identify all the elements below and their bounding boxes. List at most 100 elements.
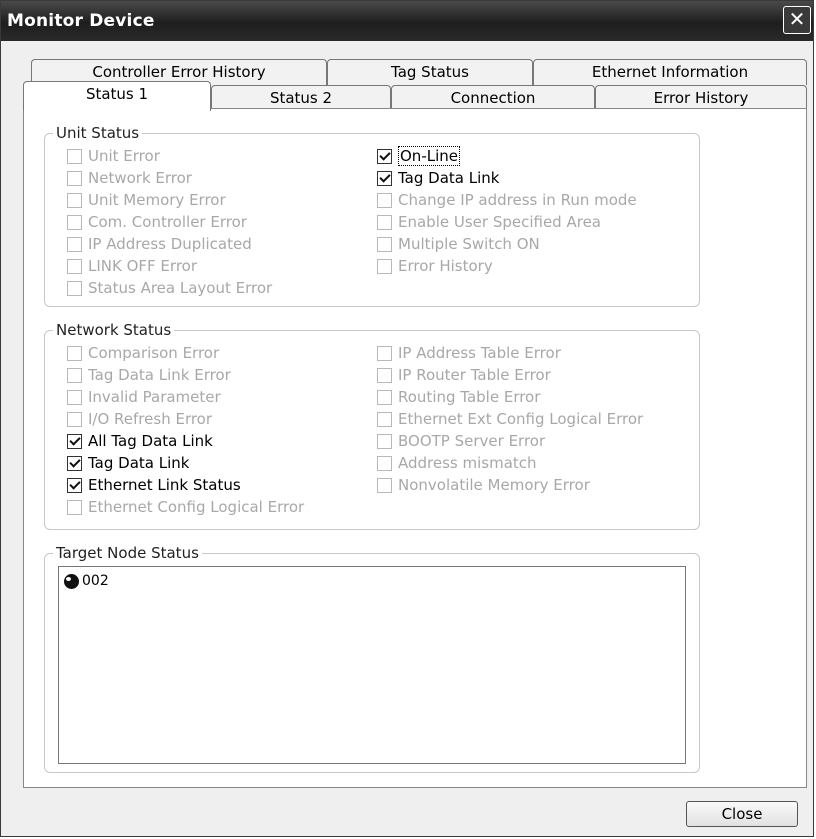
checkbox-ip-address-table-error[interactable]: IP Address Table Error — [377, 343, 561, 363]
checkbox-i-o-refresh-error[interactable]: I/O Refresh Error — [67, 409, 212, 429]
checkbox-label: Routing Table Error — [398, 388, 541, 406]
checkbox-label: Change IP address in Run mode — [398, 191, 637, 209]
checkbox-unchecked-icon — [67, 389, 82, 405]
close-button-label: Close — [721, 805, 763, 823]
target-node-list[interactable]: 002 — [58, 566, 686, 764]
checkbox-label: I/O Refresh Error — [88, 410, 213, 428]
checkbox-checked-icon — [67, 455, 82, 471]
checkbox-tag-data-link[interactable]: Tag Data Link — [67, 453, 189, 473]
unit-status-group: Unit Status Unit Error Network Error Unit … — [44, 124, 700, 307]
checkbox-unchecked-icon — [67, 345, 82, 361]
checkbox-unchecked-icon — [67, 170, 82, 186]
close-button[interactable]: Close — [686, 801, 798, 827]
checkbox-comparison-error[interactable]: Comparison Error — [67, 343, 219, 363]
target-node-item[interactable]: 002 — [64, 573, 109, 589]
checkbox-label: Comparison Error — [88, 344, 220, 362]
checkbox-tag-data-link-error[interactable]: Tag Data Link Error — [67, 365, 231, 385]
checkbox-unit-error[interactable]: Unit Error — [67, 146, 160, 166]
checkbox-label: Invalid Parameter — [88, 388, 221, 406]
checkbox-label: Ethernet Link Status — [88, 476, 241, 494]
tab-label: Status 1 — [85, 85, 149, 103]
checkbox-error-history[interactable]: Error History — [377, 256, 493, 276]
checkbox-label: Status Area Layout Error — [88, 279, 273, 297]
checkbox-label: Error History — [398, 257, 493, 275]
tab-label: Controller Error History — [92, 63, 266, 81]
network-status-group: Network Status Comparison Error Tag Data … — [44, 321, 700, 530]
checkbox-link-off-error[interactable]: LINK OFF Error — [67, 256, 197, 276]
checkbox-label: Ethernet Config Logical Error — [88, 498, 305, 516]
checkbox-unchecked-icon — [377, 236, 392, 252]
checkbox-label: Multiple Switch ON — [398, 235, 540, 253]
window-title: Monitor Device — [7, 11, 155, 31]
tab-tag-status[interactable]: Tag Status — [327, 59, 533, 85]
checkbox-label: Com. Controller Error — [88, 213, 247, 231]
checkbox-network-error[interactable]: Network Error — [67, 168, 192, 188]
checkbox-unchecked-icon — [377, 345, 392, 361]
checkbox-unit-memory-error[interactable]: Unit Memory Error — [67, 190, 226, 210]
checkbox-unchecked-icon — [377, 433, 392, 449]
unit-status-legend: Unit Status — [53, 124, 143, 142]
network-status-legend: Network Status — [53, 321, 175, 339]
checkbox-unchecked-icon — [377, 411, 392, 427]
checkbox-com-controller-error[interactable]: Com. Controller Error — [67, 212, 247, 232]
close-icon[interactable]: ✕ — [783, 6, 811, 34]
monitor-device-dialog: Monitor Device ✕ Controller Error Histor… — [0, 0, 814, 837]
checkbox-label: All Tag Data Link — [88, 432, 213, 450]
checkbox-label: Enable User Specified Area — [398, 213, 601, 231]
checkbox-label: On-Line — [398, 146, 460, 166]
checkbox-multiple-switch-on[interactable]: Multiple Switch ON — [377, 234, 540, 254]
checkbox-unchecked-icon — [67, 258, 82, 274]
checkbox-unchecked-icon — [377, 477, 392, 493]
checkbox-label: IP Router Table Error — [398, 366, 551, 384]
checkbox-label: LINK OFF Error — [88, 257, 197, 275]
checkbox-change-ip-address-in-run-mode[interactable]: Change IP address in Run mode — [377, 190, 637, 210]
node-status-icon — [64, 573, 79, 589]
checkbox-unchecked-icon — [67, 280, 82, 296]
checkbox-tag-data-link[interactable]: Tag Data Link — [377, 168, 499, 188]
checkbox-label: Address mismatch — [398, 454, 537, 472]
checkbox-invalid-parameter[interactable]: Invalid Parameter — [67, 387, 221, 407]
target-node-status-group: Target Node Status 002 — [44, 544, 700, 773]
checkbox-on-line[interactable]: On-Line — [377, 146, 460, 166]
checkbox-ethernet-config-logical-error[interactable]: Ethernet Config Logical Error — [67, 497, 304, 517]
title-bar: Monitor Device ✕ — [1, 1, 813, 41]
target-node-status-legend: Target Node Status — [53, 544, 202, 562]
checkbox-unchecked-icon — [377, 192, 392, 208]
checkbox-nonvolatile-memory-error[interactable]: Nonvolatile Memory Error — [377, 475, 590, 495]
tab-ethernet-information[interactable]: Ethernet Information — [533, 59, 807, 85]
tab-status-1[interactable]: Status 1 — [23, 81, 211, 111]
checkbox-unchecked-icon — [377, 258, 392, 274]
tab-label: Status 2 — [269, 89, 333, 107]
checkbox-routing-table-error[interactable]: Routing Table Error — [377, 387, 540, 407]
checkbox-address-mismatch[interactable]: Address mismatch — [377, 453, 537, 473]
checkbox-label: Unit Error — [88, 147, 160, 165]
checkbox-label: Unit Memory Error — [88, 191, 226, 209]
checkbox-label: Tag Data Link — [88, 454, 190, 472]
checkbox-unchecked-icon — [377, 389, 392, 405]
checkbox-unchecked-icon — [67, 411, 82, 427]
checkbox-label: Ethernet Ext Config Logical Error — [398, 410, 644, 428]
checkbox-ethernet-link-status[interactable]: Ethernet Link Status — [67, 475, 241, 495]
checkbox-checked-icon — [377, 148, 392, 164]
checkbox-ip-router-table-error[interactable]: IP Router Table Error — [377, 365, 551, 385]
node-label: 002 — [82, 573, 109, 589]
checkbox-unchecked-icon — [67, 367, 82, 383]
tab-label: Ethernet Information — [591, 63, 749, 81]
checkbox-checked-icon — [67, 433, 82, 449]
tab-label: Error History — [653, 89, 749, 107]
checkbox-unchecked-icon — [377, 367, 392, 383]
checkbox-status-area-layout-error[interactable]: Status Area Layout Error — [67, 278, 272, 298]
checkbox-checked-icon — [377, 170, 392, 186]
tab-label: Tag Status — [391, 63, 469, 81]
checkbox-enable-user-specified-area[interactable]: Enable User Specified Area — [377, 212, 601, 232]
checkbox-ip-address-duplicated[interactable]: IP Address Duplicated — [67, 234, 252, 254]
checkbox-bootp-server-error[interactable]: BOOTP Server Error — [377, 431, 545, 451]
checkbox-ethernet-ext-config-logical-error[interactable]: Ethernet Ext Config Logical Error — [377, 409, 643, 429]
checkbox-label: IP Address Table Error — [398, 344, 561, 362]
checkbox-label: Nonvolatile Memory Error — [398, 476, 590, 494]
checkbox-unchecked-icon — [377, 214, 392, 230]
checkbox-label: Tag Data Link Error — [88, 366, 231, 384]
tab-label: Connection — [450, 89, 536, 107]
checkbox-label: Network Error — [88, 169, 192, 187]
checkbox-all-tag-data-link[interactable]: All Tag Data Link — [67, 431, 213, 451]
